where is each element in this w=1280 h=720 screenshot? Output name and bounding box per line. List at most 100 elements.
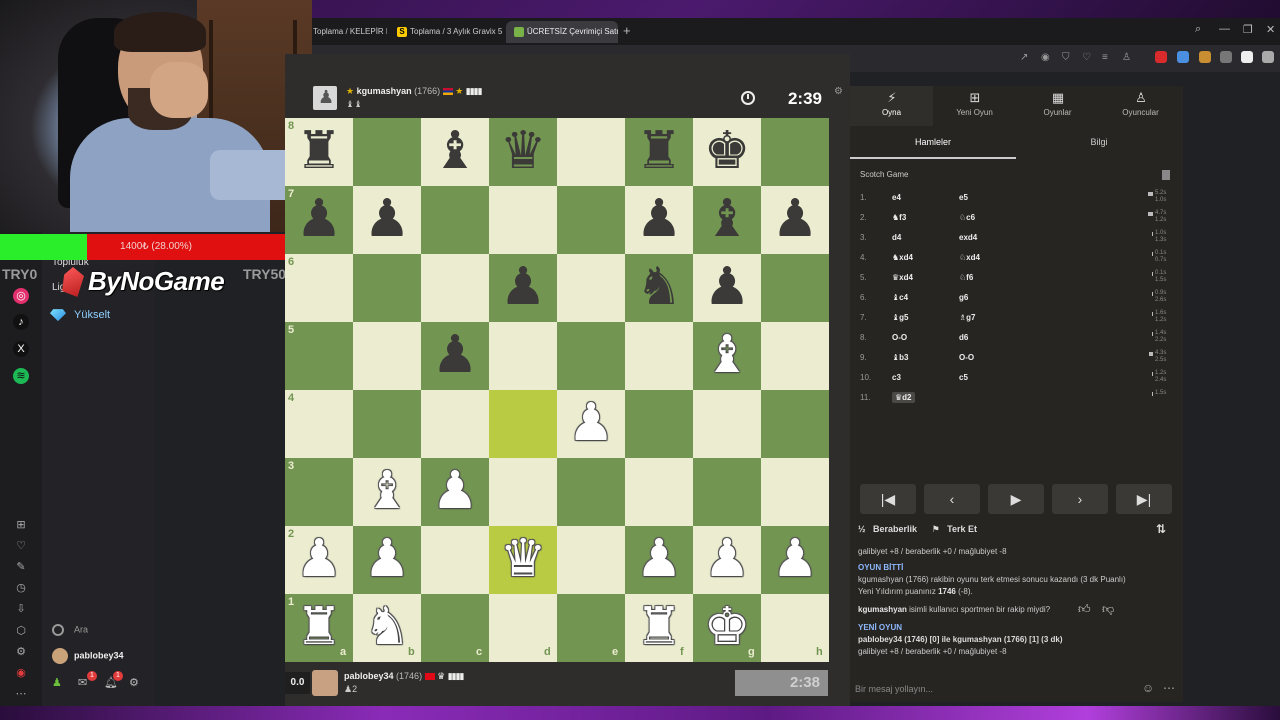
tab-3-active[interactable]: ÜCRETSİZ Çevrimiçi Satranç	[506, 21, 618, 43]
square-c6[interactable]	[421, 254, 489, 322]
black-move[interactable]: ♗g7	[959, 313, 976, 322]
piece-white-e4[interactable]: ♟	[557, 390, 625, 458]
square-d7[interactable]	[489, 186, 557, 254]
close-button[interactable]: ✕	[1266, 23, 1275, 36]
ext-3-icon[interactable]	[1220, 51, 1232, 63]
square-h4[interactable]	[761, 390, 829, 458]
chat-username[interactable]: kgumashyan	[858, 605, 907, 614]
square-g3[interactable]	[693, 458, 761, 526]
square-h3[interactable]	[761, 458, 829, 526]
white-move[interactable]: ♝g5	[892, 313, 909, 322]
grid-icon[interactable]: ⊞	[13, 517, 29, 533]
more-icon[interactable]: ⋯	[1163, 681, 1175, 695]
square-c4[interactable]	[421, 390, 489, 458]
black-move[interactable]: d6	[959, 333, 968, 342]
friends-icon[interactable]: ♟	[52, 676, 66, 690]
black-move[interactable]: g6	[959, 293, 968, 302]
white-move[interactable]: ♛xd4	[892, 273, 913, 282]
board-settings-icon[interactable]: ⚙	[834, 86, 843, 97]
gear-icon[interactable]: ⚙	[129, 676, 143, 690]
piece-white-a1[interactable]: ♜	[285, 594, 353, 662]
black-move[interactable]: e5	[959, 193, 968, 202]
spotify-icon[interactable]: ≋	[13, 368, 29, 384]
square-f3[interactable]	[625, 458, 693, 526]
white-move[interactable]: c3	[892, 373, 901, 382]
cube-icon[interactable]: ⬡	[13, 623, 29, 639]
square-g4[interactable]	[693, 390, 761, 458]
next-move-button[interactable]: ›	[1052, 484, 1108, 514]
share-icon[interactable]: ↗	[1020, 52, 1028, 63]
piece-white-g2[interactable]: ♟	[693, 526, 761, 594]
upgrade-link[interactable]: Yükselt	[50, 309, 110, 322]
square-e7[interactable]	[557, 186, 625, 254]
square-d4[interactable]	[489, 390, 557, 458]
maximize-button[interactable]: ❐	[1243, 23, 1253, 36]
tab-play[interactable]: ⚡︎ Oyna	[850, 86, 933, 126]
white-move[interactable]: ♝c4	[892, 293, 908, 302]
piece-black-b7[interactable]: ♟	[353, 186, 421, 254]
square-e5[interactable]	[557, 322, 625, 390]
piece-black-g6[interactable]: ♟	[693, 254, 761, 322]
square-c2[interactable]	[421, 526, 489, 594]
chat-input[interactable]: Bir mesaj yollayın... ☺ ⋯	[850, 678, 1183, 700]
white-move[interactable]: ♞xd4	[892, 253, 913, 262]
black-move[interactable]: ♘xd4	[959, 253, 980, 262]
black-move[interactable]: ♘f6	[959, 273, 973, 282]
piece-black-c8[interactable]: ♝	[421, 118, 489, 186]
menu-icon[interactable]: ≡	[1102, 52, 1108, 63]
square-a5[interactable]	[285, 322, 353, 390]
first-move-button[interactable]: |◀	[860, 484, 916, 514]
ext-5-icon[interactable]	[1262, 51, 1274, 63]
piece-white-g1[interactable]: ♚	[693, 594, 761, 662]
last-move-button[interactable]: ▶|	[1116, 484, 1172, 514]
square-d3[interactable]	[489, 458, 557, 526]
piece-black-d8[interactable]: ♛	[489, 118, 557, 186]
resign-button[interactable]: Terk Et	[947, 524, 977, 534]
white-move[interactable]: e4	[892, 193, 901, 202]
white-move[interactable]: ♞f3	[892, 213, 906, 222]
ext-2-icon[interactable]	[1199, 51, 1211, 63]
tab-1[interactable]: Toplama / KELEPİR KAÇMA	[305, 21, 387, 43]
black-move[interactable]: O-O	[959, 353, 974, 362]
square-h6[interactable]	[761, 254, 829, 322]
piece-black-f8[interactable]: ♜	[625, 118, 693, 186]
square-e2[interactable]	[557, 526, 625, 594]
profile-icon[interactable]: ♙	[1122, 52, 1131, 63]
top-player-name[interactable]: ★ kgumashyan (1766) ★ ▮▮▮▮	[346, 86, 483, 97]
record-icon[interactable]: ◉	[13, 665, 29, 681]
square-c7[interactable]	[421, 186, 489, 254]
sidebar-user[interactable]: pablobey34	[52, 648, 124, 664]
piece-black-g7[interactable]: ♝	[693, 186, 761, 254]
square-b5[interactable]	[353, 322, 421, 390]
square-e8[interactable]	[557, 118, 625, 186]
piece-black-g8[interactable]: ♚	[693, 118, 761, 186]
ext-4-icon[interactable]	[1241, 51, 1253, 63]
square-b8[interactable]	[353, 118, 421, 186]
thumbs-down-icon[interactable]: 👎︎	[1102, 603, 1114, 615]
tab-2[interactable]: S Toplama / 3 Aylık Gravix 5	[389, 21, 503, 43]
white-move[interactable]: ♝b3	[892, 353, 909, 362]
black-move[interactable]: c5	[959, 373, 968, 382]
piece-black-f6[interactable]: ♞	[625, 254, 693, 322]
book-icon[interactable]	[1162, 170, 1170, 180]
piece-white-f1[interactable]: ♜	[625, 594, 693, 662]
square-e3[interactable]	[557, 458, 625, 526]
chess-board[interactable]: 8 7 6 5 4 3 2 1 a b c d e f g h ♜ ♝ ♛ ♜ ♚ ♟ ♟ ♟ ♝ ♟ ♟ ♞ ♟ ♟ ♝ ♟ ♝ ♟ ♟ ♟ ♛ ♟ ♟ ♟…	[285, 118, 829, 662]
square-a6[interactable]	[285, 254, 353, 322]
piece-black-h7[interactable]: ♟	[761, 186, 829, 254]
history-icon[interactable]: ◷	[13, 580, 29, 596]
play-button[interactable]: ▶	[988, 484, 1044, 514]
square-e6[interactable]	[557, 254, 625, 322]
black-move[interactable]: exd4	[959, 233, 977, 242]
top-player-avatar[interactable]	[313, 86, 337, 110]
white-move[interactable]: d4	[892, 233, 901, 242]
piece-white-f2[interactable]: ♟	[625, 526, 693, 594]
square-b4[interactable]	[353, 390, 421, 458]
piece-white-b3[interactable]: ♝	[353, 458, 421, 526]
sidebar-search[interactable]: Ara	[52, 624, 88, 636]
tiktok-icon[interactable]: ♪	[13, 314, 29, 330]
bottom-player-avatar[interactable]	[312, 670, 338, 696]
tab-moves[interactable]: Hamleler	[850, 131, 1016, 159]
more-icon[interactable]: ⋯	[13, 686, 29, 702]
piece-black-a8[interactable]: ♜	[285, 118, 353, 186]
